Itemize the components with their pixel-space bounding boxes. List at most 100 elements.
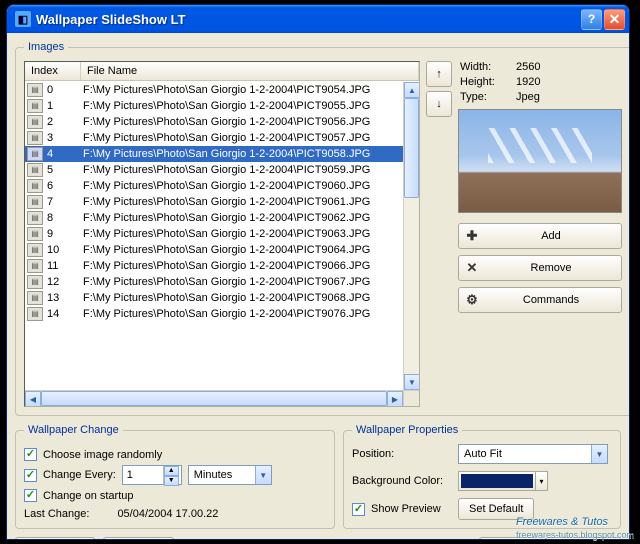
width-label: Width: [460, 61, 516, 73]
table-row[interactable]: ▤6F:\My Pictures\Photo\San Giorgio 1-2-2… [25, 178, 403, 194]
height-value: 1920 [516, 76, 626, 88]
window-title: Wallpaper SlideShow LT [36, 12, 579, 27]
options-button[interactable]: 🔧 Options [15, 537, 95, 540]
row-filename: F:\My Pictures\Photo\San Giorgio 1-2-200… [81, 274, 403, 290]
file-icon: ▤ [27, 291, 43, 305]
spin-up-icon[interactable]: ▲ [164, 466, 179, 476]
show-preview-label: Show Preview [371, 503, 441, 515]
gear-icon: ⚙ [465, 292, 479, 308]
plus-icon: ✚ [465, 228, 479, 244]
random-label: Choose image randomly [43, 449, 162, 461]
table-row[interactable]: ▤7F:\My Pictures\Photo\San Giorgio 1-2-2… [25, 194, 403, 210]
arrow-up-icon: ↑ [436, 68, 442, 80]
titlebar[interactable]: ◧ Wallpaper SlideShow LT ? ✕ [7, 5, 629, 33]
scroll-down-icon[interactable]: ▼ [404, 374, 420, 390]
table-row[interactable]: ▤5F:\My Pictures\Photo\San Giorgio 1-2-2… [25, 162, 403, 178]
add-button[interactable]: ✚ Add [458, 223, 622, 249]
position-label: Position: [352, 448, 458, 460]
table-row[interactable]: ▤8F:\My Pictures\Photo\San Giorgio 1-2-2… [25, 210, 403, 226]
file-icon: ▤ [27, 259, 43, 273]
interval-unit-value: Minutes [189, 469, 255, 481]
table-row[interactable]: ▤11F:\My Pictures\Photo\San Giorgio 1-2-… [25, 258, 403, 274]
app-icon: ◧ [15, 11, 31, 27]
row-index: 10 [45, 242, 81, 258]
table-row[interactable]: ▤3F:\My Pictures\Photo\San Giorgio 1-2-2… [25, 130, 403, 146]
table-row[interactable]: ▤4F:\My Pictures\Photo\San Giorgio 1-2-2… [25, 146, 403, 162]
interval-spinner[interactable]: ▲▼ [122, 465, 182, 485]
row-filename: F:\My Pictures\Photo\San Giorgio 1-2-200… [81, 226, 403, 242]
scroll-thumb[interactable] [404, 98, 419, 198]
move-down-button[interactable]: ↓ [426, 91, 452, 117]
bgcolor-picker[interactable]: ▾ [458, 471, 548, 491]
file-list[interactable]: Index File Name ▤0F:\My Pictures\Photo\S… [24, 61, 420, 407]
x-icon: ✕ [465, 260, 479, 276]
about-button[interactable]: ⓘ About [103, 537, 174, 540]
horizontal-scrollbar[interactable]: ◀ ▶ [25, 390, 403, 406]
table-row[interactable]: ▤0F:\My Pictures\Photo\San Giorgio 1-2-2… [25, 82, 403, 98]
table-row[interactable]: ▤1F:\My Pictures\Photo\San Giorgio 1-2-2… [25, 98, 403, 114]
random-checkbox[interactable]: ✓ [24, 448, 37, 461]
row-index: 7 [45, 194, 81, 210]
row-filename: F:\My Pictures\Photo\San Giorgio 1-2-200… [81, 290, 403, 306]
row-index: 6 [45, 178, 81, 194]
vertical-scrollbar[interactable]: ▲ ▼ [403, 82, 419, 390]
file-icon: ▤ [27, 275, 43, 289]
hscroll-thumb[interactable] [41, 391, 387, 406]
scroll-right-icon[interactable]: ▶ [387, 391, 403, 407]
last-change-value: 05/04/2004 17.00.22 [117, 508, 218, 520]
row-filename: F:\My Pictures\Photo\San Giorgio 1-2-200… [81, 162, 403, 178]
row-filename: F:\My Pictures\Photo\San Giorgio 1-2-200… [81, 194, 403, 210]
position-value: Auto Fit [459, 448, 591, 460]
show-preview-checkbox[interactable]: ✓ [352, 503, 365, 516]
every-checkbox[interactable]: ✓ [24, 469, 37, 482]
scroll-up-icon[interactable]: ▲ [404, 82, 420, 98]
startup-checkbox[interactable]: ✓ [24, 489, 37, 502]
col-index[interactable]: Index [25, 62, 81, 80]
move-up-button[interactable]: ↑ [426, 61, 452, 87]
table-row[interactable]: ▤14F:\My Pictures\Photo\San Giorgio 1-2-… [25, 306, 403, 322]
row-index: 8 [45, 210, 81, 226]
remove-button[interactable]: ✕ Remove [458, 255, 622, 281]
file-icon: ▤ [27, 163, 43, 177]
close-button[interactable]: ✕ [604, 9, 625, 30]
help-button[interactable]: ? [581, 9, 602, 30]
images-legend: Images [24, 41, 68, 53]
row-index: 11 [45, 258, 81, 274]
arrow-down-icon: ↓ [436, 98, 442, 110]
last-change-label: Last Change: [24, 508, 89, 520]
cancel-button[interactable]: ✖ Cancel [545, 537, 621, 540]
interval-unit-combo[interactable]: Minutes ▼ [188, 465, 272, 485]
table-row[interactable]: ▤10F:\My Pictures\Photo\San Giorgio 1-2-… [25, 242, 403, 258]
interval-input[interactable] [123, 466, 163, 484]
row-filename: F:\My Pictures\Photo\San Giorgio 1-2-200… [81, 98, 403, 114]
table-row[interactable]: ▤9F:\My Pictures\Photo\San Giorgio 1-2-2… [25, 226, 403, 242]
row-index: 14 [45, 306, 81, 322]
scroll-corner [403, 390, 419, 406]
row-index: 9 [45, 226, 81, 242]
startup-label: Change on startup [43, 490, 134, 502]
row-filename: F:\My Pictures\Photo\San Giorgio 1-2-200… [81, 242, 403, 258]
row-index: 2 [45, 114, 81, 130]
table-row[interactable]: ▤12F:\My Pictures\Photo\San Giorgio 1-2-… [25, 274, 403, 290]
file-icon: ▤ [27, 195, 43, 209]
file-icon: ▤ [27, 211, 43, 225]
file-icon: ▤ [27, 243, 43, 257]
color-swatch [461, 474, 533, 488]
commands-button[interactable]: ⚙ Commands [458, 287, 622, 313]
col-filename[interactable]: File Name [81, 62, 419, 80]
file-icon: ▤ [27, 307, 43, 321]
change-legend: Wallpaper Change [24, 424, 123, 436]
set-default-button[interactable]: Set Default [458, 498, 534, 520]
scroll-left-icon[interactable]: ◀ [25, 391, 41, 407]
position-combo[interactable]: Auto Fit ▼ [458, 444, 608, 464]
spin-down-icon[interactable]: ▼ [164, 476, 179, 486]
ok-button[interactable]: ✔ OK [479, 537, 537, 540]
images-group: Images Index File Name ▤0F:\My Pictures\… [15, 41, 630, 416]
row-filename: F:\My Pictures\Photo\San Giorgio 1-2-200… [81, 146, 403, 162]
wallpaper-change-group: Wallpaper Change ✓ Choose image randomly… [15, 424, 335, 529]
every-label: Change Every: [43, 469, 116, 481]
chevron-down-icon: ▾ [535, 472, 547, 490]
table-row[interactable]: ▤13F:\My Pictures\Photo\San Giorgio 1-2-… [25, 290, 403, 306]
row-filename: F:\My Pictures\Photo\San Giorgio 1-2-200… [81, 82, 403, 98]
table-row[interactable]: ▤2F:\My Pictures\Photo\San Giorgio 1-2-2… [25, 114, 403, 130]
